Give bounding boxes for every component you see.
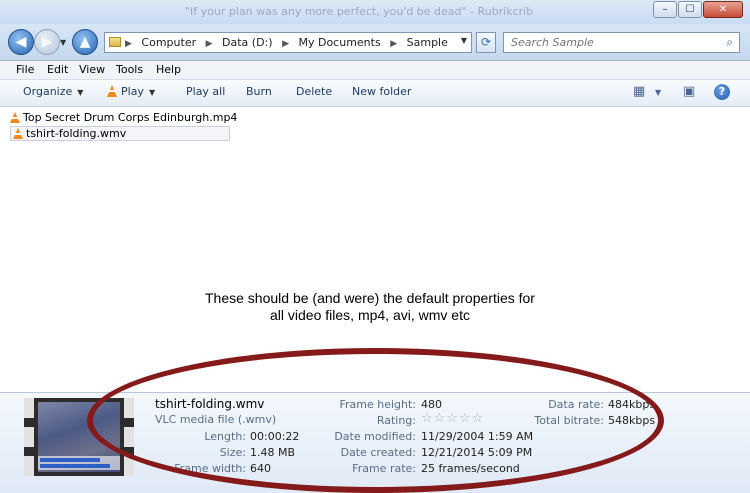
back-button[interactable]: ◀ (8, 29, 34, 55)
menu-file[interactable]: File (16, 63, 34, 76)
file-name: Top Secret Drum Corps Edinburgh.mp4 (23, 111, 238, 124)
date-modified-label: Date modified: (334, 430, 416, 443)
view-options-icon[interactable]: ▦ (633, 84, 645, 99)
breadcrumb-my-documents[interactable]: My Documents (298, 36, 380, 49)
vlc-cone-icon (13, 128, 23, 139)
size-value: 1.48 MB (250, 446, 296, 459)
date-created-value: 12/21/2014 5:09 PM (421, 446, 533, 459)
details-pane: tshirt-folding.wmv VLC media file (.wmv)… (0, 392, 750, 493)
chevron-down-icon: ▼ (148, 88, 156, 97)
play-label: Play (121, 85, 144, 98)
breadcrumb-separator[interactable]: ▶ (282, 39, 289, 49)
navigation-bar: ◀ ▶ ▼ ▲ ▶ Computer ▶ Data (D:) ▶ My Docu… (0, 24, 750, 61)
breadcrumb: ▶ Computer ▶ Data (D:) ▶ My Documents ▶ … (125, 36, 448, 49)
search-box[interactable]: ⌕ (503, 32, 740, 53)
refresh-button[interactable]: ⟳ (476, 32, 496, 53)
size-label: Size: (219, 446, 246, 459)
menu-edit[interactable]: Edit (47, 63, 68, 76)
annotation-line-2: all video files, mp4, avi, wmv etc (270, 307, 470, 323)
annotation-text: These should be (and were) the default p… (170, 290, 570, 324)
recent-pages-dropdown[interactable]: ▼ (60, 38, 66, 47)
play-all-button[interactable]: Play all (186, 85, 225, 98)
forward-button[interactable]: ▶ (34, 29, 60, 55)
maximize-button[interactable]: ☐ (678, 1, 702, 18)
menu-help[interactable]: Help (156, 63, 181, 76)
frame-width-label: Frame width: (174, 462, 246, 475)
new-folder-button[interactable]: New folder (352, 85, 411, 98)
list-item[interactable]: tshirt-folding.wmv (10, 126, 230, 141)
file-name: tshirt-folding.wmv (26, 127, 127, 140)
total-bitrate-label: Total bitrate: (534, 414, 604, 427)
total-bitrate-value: 548kbps (608, 414, 656, 427)
data-rate-label: Data rate: (548, 398, 604, 411)
help-icon[interactable]: ? (714, 84, 730, 100)
chevron-down-icon: ▼ (77, 88, 84, 97)
organize-button[interactable]: Organize ▼ (23, 85, 83, 98)
breadcrumb-sample[interactable]: Sample (407, 36, 448, 49)
vlc-cone-icon (10, 112, 20, 123)
preview-pane-icon[interactable]: ▣ (683, 84, 695, 99)
breadcrumb-separator[interactable]: ▶ (125, 39, 132, 49)
rating-label: Rating: (376, 414, 416, 427)
search-input[interactable] (509, 35, 713, 50)
rating-stars[interactable]: ☆☆☆☆☆ (421, 411, 484, 426)
frame-height-label: Frame height: (339, 398, 416, 411)
window-title: "If your plan was any more perfect, you'… (185, 5, 534, 18)
frame-rate-label: Frame rate: (352, 462, 416, 475)
address-history-dropdown[interactable]: ▼ (461, 36, 467, 45)
breadcrumb-separator[interactable]: ▶ (206, 39, 213, 49)
date-modified-value: 11/29/2004 1:59 AM (421, 430, 534, 443)
close-button[interactable]: ✕ (703, 1, 743, 18)
address-bar[interactable]: ▶ Computer ▶ Data (D:) ▶ My Documents ▶ … (104, 32, 472, 53)
length-value: 00:00:22 (250, 430, 300, 443)
frame-height-value: 480 (421, 398, 442, 411)
breadcrumb-separator[interactable]: ▶ (390, 39, 397, 49)
menu-bar: File Edit View Tools Help (0, 61, 750, 80)
menu-tools[interactable]: Tools (116, 63, 143, 76)
up-button[interactable]: ▲ (72, 29, 98, 55)
view-options-dropdown[interactable]: ▼ (655, 88, 661, 97)
data-rate-value: 484kbps (608, 398, 656, 411)
folder-icon (109, 37, 121, 47)
details-filename: tshirt-folding.wmv (155, 397, 265, 411)
search-icon[interactable]: ⌕ (726, 35, 733, 50)
menu-view[interactable]: View (79, 63, 105, 76)
breadcrumb-data-drive[interactable]: Data (D:) (222, 36, 273, 49)
file-list: Top Secret Drum Corps Edinburgh.mp4 tshi… (0, 107, 750, 392)
frame-width-value: 640 (250, 462, 271, 475)
thumbnail-caption (38, 456, 120, 470)
command-bar: Organize ▼ Play ▼ Play all Burn Delete New… (0, 80, 750, 107)
vlc-cone-icon (107, 85, 117, 97)
length-label: Length: (204, 430, 246, 443)
delete-button[interactable]: Delete (296, 85, 332, 98)
minimize-button[interactable]: – (653, 1, 677, 18)
breadcrumb-computer[interactable]: Computer (141, 36, 196, 49)
title-bar: "If your plan was any more perfect, you'… (0, 0, 750, 24)
date-created-label: Date created: (340, 446, 416, 459)
explorer-window: "If your plan was any more perfect, you'… (0, 0, 750, 493)
burn-button[interactable]: Burn (246, 85, 272, 98)
list-item[interactable]: Top Secret Drum Corps Edinburgh.mp4 (10, 111, 237, 126)
organize-label: Organize (23, 85, 73, 98)
play-button[interactable]: Play ▼ (107, 85, 155, 98)
annotation-line-1: These should be (and were) the default p… (205, 290, 535, 306)
frame-rate-value: 25 frames/second (421, 462, 520, 475)
details-filetype: VLC media file (.wmv) (155, 413, 277, 426)
video-thumbnail (24, 398, 134, 476)
